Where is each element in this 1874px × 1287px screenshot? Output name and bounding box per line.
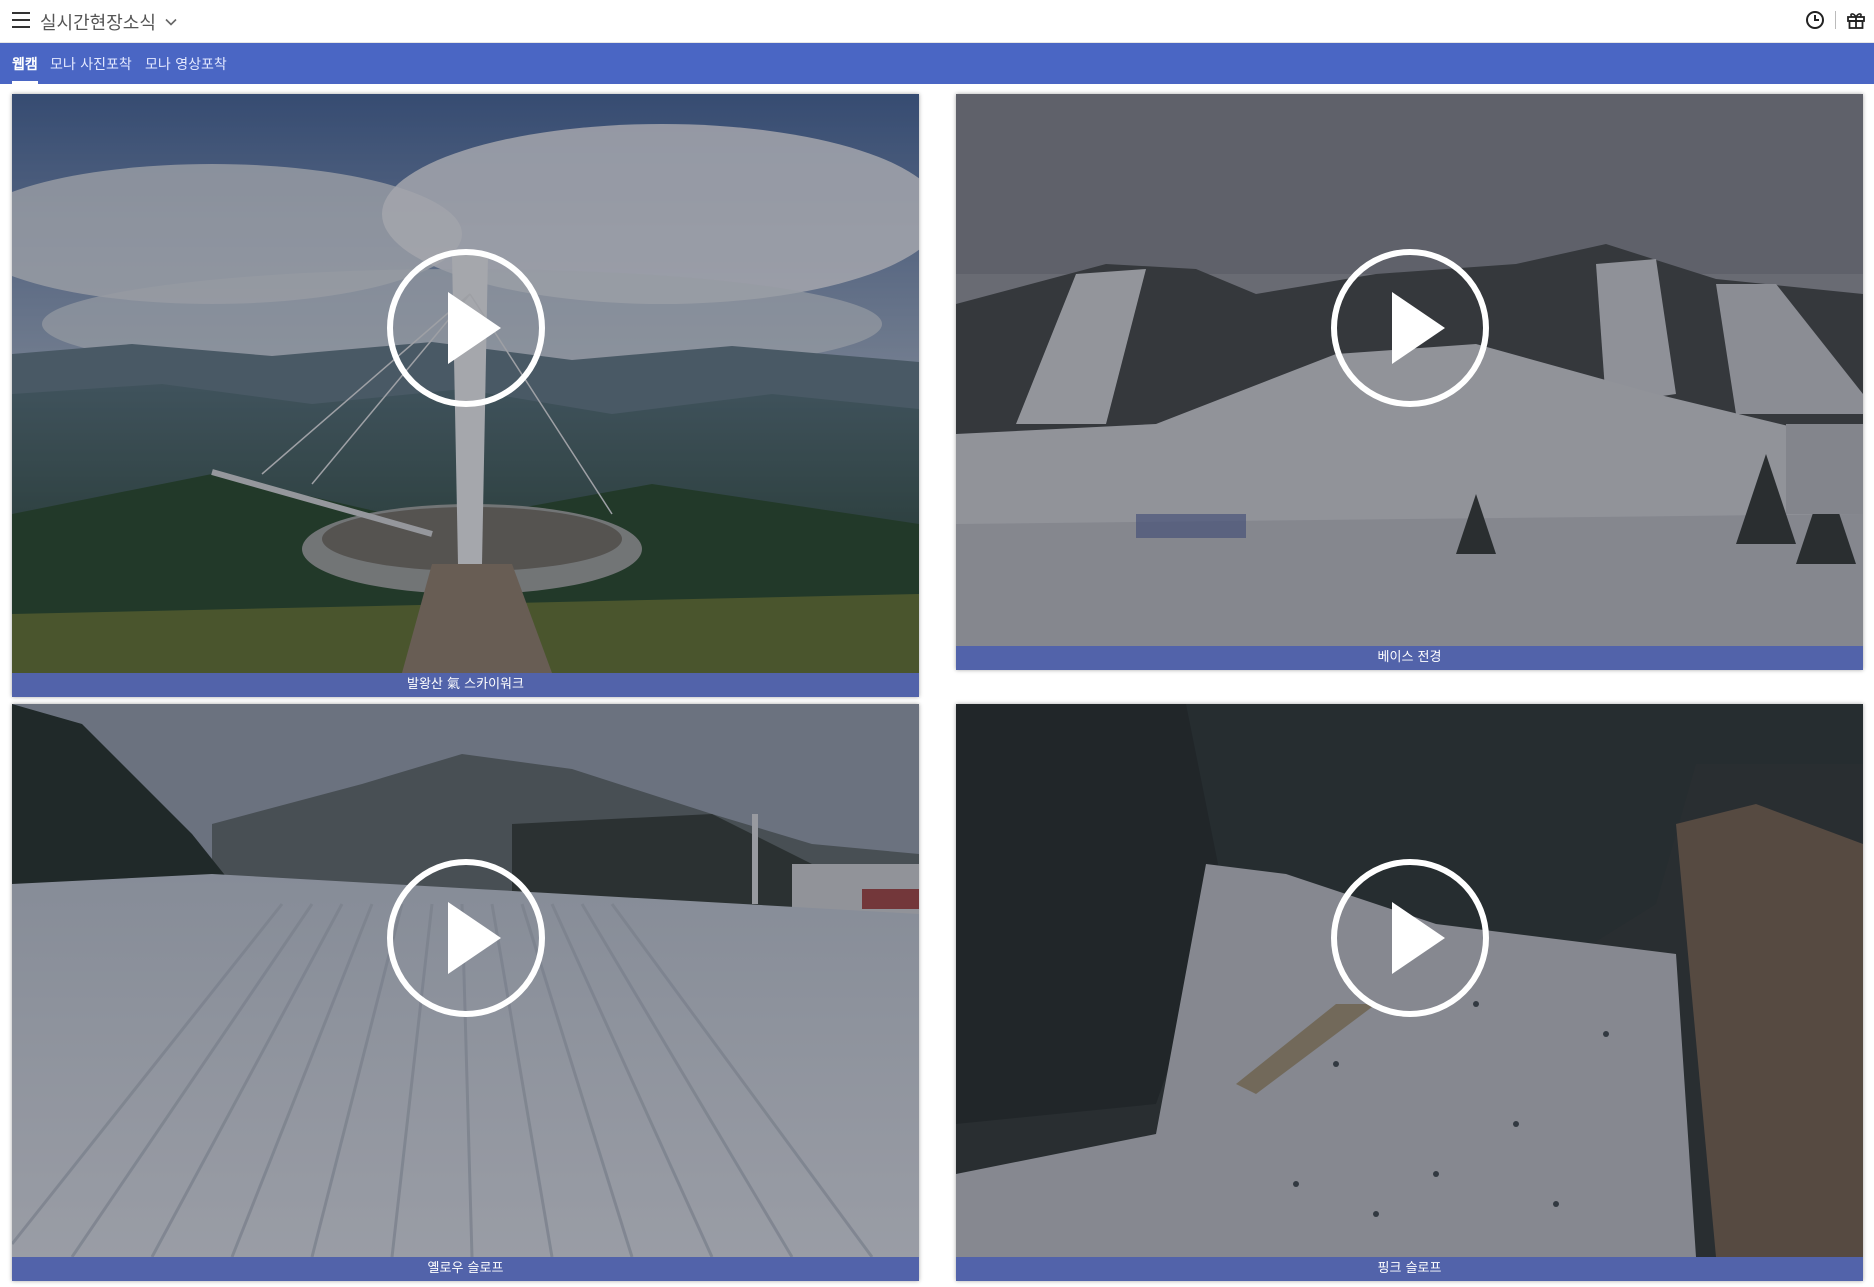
divider — [1835, 11, 1836, 29]
play-icon[interactable] — [385, 857, 547, 1019]
clock-icon[interactable] — [1805, 10, 1825, 30]
page-title: 실시간현장소식 — [40, 13, 156, 34]
play-icon[interactable] — [385, 247, 547, 409]
webcam-card-pink-slope[interactable]: 핑크 슬로프 — [956, 704, 1863, 1281]
page-title-dropdown[interactable]: 실시간현장소식 — [40, 9, 178, 35]
play-icon[interactable] — [1329, 857, 1491, 1019]
webcam-card-base[interactable]: 베이스 전경 — [956, 94, 1863, 670]
webcam-caption: 핑크 슬로프 — [956, 1257, 1863, 1281]
gift-icon[interactable] — [1846, 10, 1866, 30]
tab-webcam[interactable]: 웹캠 — [12, 54, 38, 84]
tab-bar: 웹캠 모나 사진포착 모나 영상포착 — [0, 43, 1874, 84]
webcam-caption: 베이스 전경 — [956, 646, 1863, 670]
header-actions — [1805, 10, 1866, 30]
chevron-down-icon — [165, 18, 177, 26]
webcam-card-yellow-slope[interactable]: 옐로우 슬로프 — [12, 704, 919, 1281]
webcam-caption: 발왕산 氣 스카이워크 — [12, 673, 919, 697]
tab-mona-photo[interactable]: 모나 사진포착 — [50, 54, 132, 81]
top-header: 실시간현장소식 — [0, 0, 1874, 43]
webcam-card-skywalk[interactable]: 발왕산 氣 스카이워크 — [12, 94, 919, 697]
tab-mona-video[interactable]: 모나 영상포착 — [145, 54, 227, 81]
webcam-caption: 옐로우 슬로프 — [12, 1257, 919, 1281]
play-icon[interactable] — [1329, 247, 1491, 409]
hamburger-menu-icon[interactable] — [12, 12, 30, 28]
